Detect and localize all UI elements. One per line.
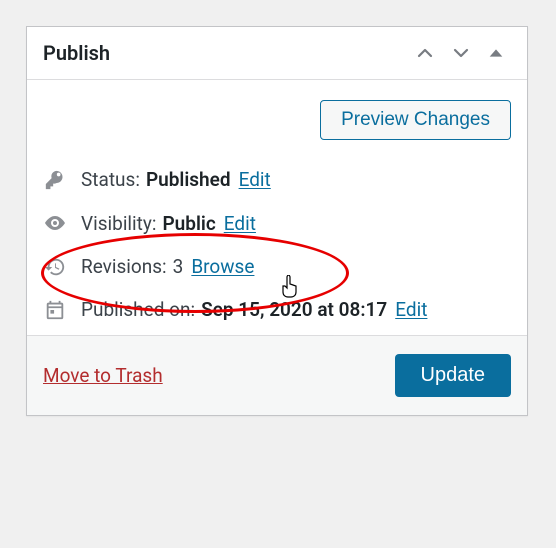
revisions-row: Revisions: 3 Browse: [43, 245, 511, 288]
panel-body: Preview Changes Status: Published Edit V…: [27, 80, 527, 335]
visibility-value: Public: [162, 212, 215, 235]
caret-up-icon: [487, 44, 505, 62]
published-edit-link[interactable]: Edit: [395, 298, 427, 321]
visibility-label: Visibility:: [81, 212, 156, 235]
published-value: Sep 15, 2020 at 08:17: [201, 298, 387, 321]
panel-header: Publish: [27, 27, 527, 80]
status-row: Status: Published Edit: [43, 158, 511, 201]
calendar-icon: [43, 299, 67, 321]
update-button[interactable]: Update: [395, 354, 512, 397]
move-up-button[interactable]: [407, 39, 443, 67]
status-value: Published: [146, 168, 231, 191]
panel-title: Publish: [43, 41, 407, 65]
move-down-button[interactable]: [443, 39, 479, 67]
publish-metabox: Publish Preview Changes Status: Publishe…: [26, 26, 528, 416]
status-edit-link[interactable]: Edit: [239, 168, 271, 191]
published-label: Published on:: [81, 298, 195, 321]
key-icon: [43, 169, 67, 191]
panel-footer: Move to Trash Update: [27, 335, 527, 415]
preview-changes-button[interactable]: Preview Changes: [320, 100, 511, 140]
history-icon: [43, 256, 67, 278]
eye-icon: [43, 211, 67, 235]
revisions-label: Revisions:: [81, 255, 167, 278]
revisions-browse-link[interactable]: Browse: [191, 255, 254, 278]
toggle-panel-button[interactable]: [479, 40, 513, 66]
chevron-down-icon: [451, 43, 471, 63]
status-label: Status:: [81, 168, 140, 191]
visibility-row: Visibility: Public Edit: [43, 201, 511, 245]
chevron-up-icon: [415, 43, 435, 63]
revisions-value: 3: [173, 255, 184, 278]
published-row: Published on: Sep 15, 2020 at 08:17 Edit: [43, 288, 511, 331]
preview-row: Preview Changes: [43, 92, 511, 158]
move-to-trash-link[interactable]: Move to Trash: [43, 364, 163, 387]
visibility-edit-link[interactable]: Edit: [224, 212, 256, 235]
